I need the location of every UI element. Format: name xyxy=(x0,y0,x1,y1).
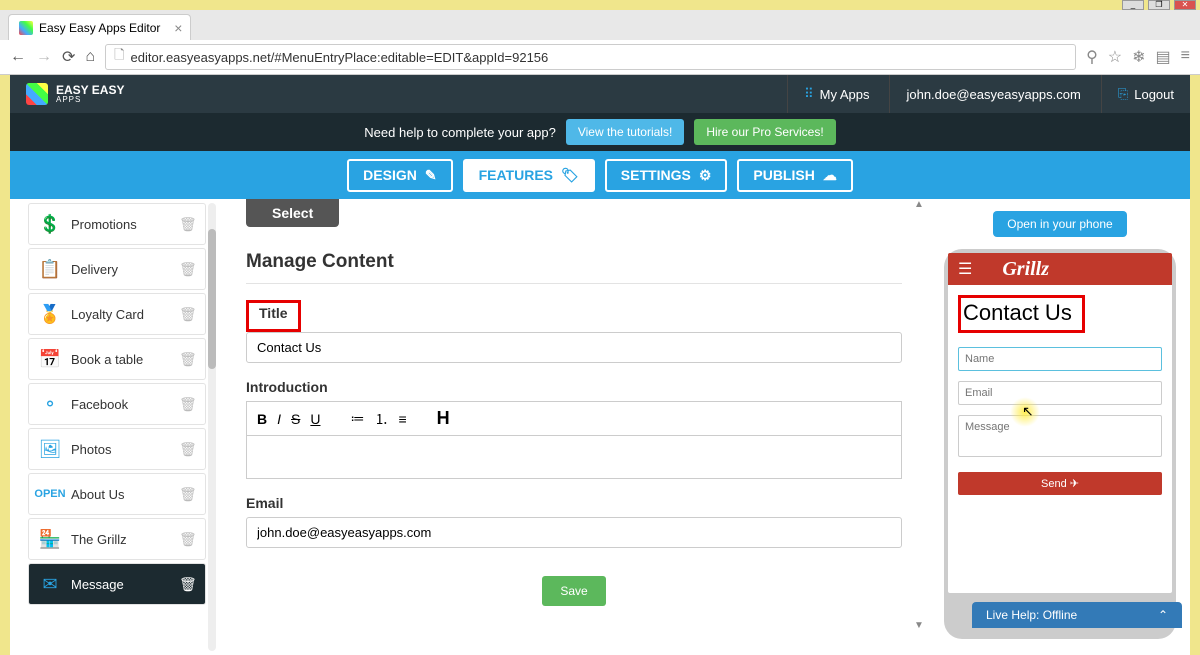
trash-icon[interactable]: 🗑 xyxy=(179,396,205,413)
sidebar-item-facebook[interactable]: ⚬Facebook🗑 xyxy=(28,383,206,425)
favicon-icon xyxy=(19,21,33,35)
sidebar-item-message[interactable]: ✉Message🗑 xyxy=(28,563,206,605)
trash-icon[interactable]: 🗑 xyxy=(179,576,205,593)
close-button[interactable]: ✕ xyxy=(1174,0,1196,10)
sidebar-item-grillz[interactable]: 🏪The Grillz🗑 xyxy=(28,518,206,560)
my-apps-link[interactable]: ⠿ My Apps xyxy=(787,75,869,113)
minimize-button[interactable]: _ xyxy=(1122,0,1144,10)
strike-icon[interactable]: S xyxy=(291,411,300,427)
tab-publish[interactable]: PUBLISH☁ xyxy=(737,159,852,192)
tag-icon: 🏷 xyxy=(561,167,579,184)
intro-editor[interactable] xyxy=(246,435,902,479)
sidebar-item-photos[interactable]: 🖼Photos🗑 xyxy=(28,428,206,470)
trash-icon[interactable]: 🗑 xyxy=(179,306,205,323)
back-icon[interactable]: ← xyxy=(10,48,26,66)
tab-settings[interactable]: SETTINGS⚙ xyxy=(605,159,728,192)
sidebar-item-delivery[interactable]: 📋Delivery🗑 xyxy=(28,248,206,290)
user-email[interactable]: john.doe@easyeasyapps.com xyxy=(889,75,1080,113)
forward-icon[interactable]: → xyxy=(36,48,52,66)
calendar-icon: 📅 xyxy=(29,349,71,370)
select-button[interactable]: Select xyxy=(246,199,339,227)
section-title: Manage Content xyxy=(246,251,902,284)
url-input[interactable]: 🗋 editor.easyeasyapps.net/#MenuEntryPlac… xyxy=(105,44,1076,70)
tab-title: Easy Easy Apps Editor xyxy=(39,21,160,35)
help-text: Need help to complete your app? xyxy=(364,125,556,140)
scroll-down-icon[interactable]: ▼ xyxy=(914,620,924,631)
preview-message-input[interactable] xyxy=(958,415,1162,457)
intro-label: Introduction xyxy=(246,379,902,395)
tutorials-button[interactable]: View the tutorials! xyxy=(566,119,685,145)
trash-icon[interactable]: 🗑 xyxy=(179,486,205,503)
cloud-icon: ☁ xyxy=(823,167,837,184)
logo-icon xyxy=(26,83,48,105)
preview-send-button[interactable]: Send ✈ xyxy=(958,472,1162,495)
tab-features[interactable]: FEATURES🏷 xyxy=(463,159,595,192)
delivery-icon: 📋 xyxy=(29,259,71,280)
align-icon[interactable]: ≡ xyxy=(398,411,406,427)
preview-heading: Contact Us xyxy=(958,295,1085,333)
brand-line2: APPS xyxy=(56,96,124,104)
cursor-icon: ↖ xyxy=(1022,403,1034,420)
menu-icon[interactable]: ≡ xyxy=(1181,47,1190,67)
restore-button[interactable]: ❐ xyxy=(1148,0,1170,10)
trash-icon[interactable]: 🗑 xyxy=(179,531,205,548)
italic-icon[interactable]: I xyxy=(277,411,281,427)
store-icon: 🏪 xyxy=(29,529,71,550)
about-icon: OPEN xyxy=(29,488,71,500)
save-button[interactable]: Save xyxy=(542,576,605,606)
photos-icon: 🖼 xyxy=(29,439,71,460)
promotions-icon: 💲 xyxy=(29,214,71,235)
star-icon[interactable]: ☆ xyxy=(1108,47,1122,67)
live-help-widget[interactable]: Live Help: Offline ⌃ xyxy=(972,602,1182,628)
url-text: editor.easyeasyapps.net/#MenuEntryPlace:… xyxy=(131,50,549,65)
home-icon[interactable]: ⌂ xyxy=(85,48,95,66)
apps-icon: ⠿ xyxy=(804,86,814,102)
underline-icon[interactable]: U xyxy=(310,411,320,427)
share-icon: ⚬ xyxy=(29,394,71,415)
sidebar-item-promotions[interactable]: 💲Promotions🗑 xyxy=(28,203,206,245)
preview-email-input[interactable] xyxy=(958,381,1162,405)
trash-icon[interactable]: 🗑 xyxy=(179,216,205,233)
app-logo[interactable]: EASY EASY APPS xyxy=(26,83,124,105)
loyalty-icon: 🏅 xyxy=(29,304,71,325)
gear-icon: ⚙ xyxy=(699,167,712,184)
pro-services-button[interactable]: Hire our Pro Services! xyxy=(694,119,835,145)
page-icon: 🗋 xyxy=(114,46,124,68)
ext2-icon[interactable]: ▤ xyxy=(1156,47,1171,67)
trash-icon[interactable]: 🗑 xyxy=(179,351,205,368)
open-in-phone-button[interactable]: Open in your phone xyxy=(993,211,1126,237)
bold-icon[interactable]: B xyxy=(257,411,267,427)
title-label: Title xyxy=(259,305,288,321)
hamburger-icon[interactable]: ☰ xyxy=(958,259,972,279)
email-input[interactable] xyxy=(246,517,902,548)
ol-icon[interactable]: ⒈ xyxy=(374,409,388,429)
scroll-up-icon[interactable]: ▲ xyxy=(914,199,924,210)
ext1-icon[interactable]: ❄ xyxy=(1132,47,1145,67)
sidebar-item-loyalty[interactable]: 🏅Loyalty Card🗑 xyxy=(28,293,206,335)
sidebar-item-about[interactable]: OPENAbout Us🗑 xyxy=(28,473,206,515)
browser-tab[interactable]: Easy Easy Apps Editor × xyxy=(8,14,191,40)
logout-link[interactable]: ⎘ Logout xyxy=(1101,75,1174,113)
heading-icon[interactable]: H xyxy=(437,408,450,429)
phone-preview: ☰ Grillz Contact Us Send ✈ xyxy=(944,249,1176,639)
sidebar-item-book[interactable]: 📅Book a table🗑 xyxy=(28,338,206,380)
preview-name-input[interactable] xyxy=(958,347,1162,371)
brush-icon: ✎ xyxy=(425,167,437,184)
tab-design[interactable]: DESIGN✎ xyxy=(347,159,452,192)
logout-icon: ⎘ xyxy=(1118,86,1128,102)
rte-toolbar: B I S U ≔ ⒈ ≡ H xyxy=(246,401,902,435)
chevron-up-icon: ⌃ xyxy=(1158,608,1168,622)
close-tab-icon[interactable]: × xyxy=(174,20,182,36)
ul-icon[interactable]: ≔ xyxy=(350,410,364,427)
trash-icon[interactable]: 🗑 xyxy=(179,441,205,458)
email-label: Email xyxy=(246,495,902,511)
title-input[interactable] xyxy=(246,332,902,363)
reload-icon[interactable]: ⟳ xyxy=(62,47,75,67)
message-icon: ✉ xyxy=(29,574,71,595)
bookmark-icon[interactable]: ⚲ xyxy=(1086,47,1098,67)
preview-brand: Grillz xyxy=(1002,258,1049,281)
trash-icon[interactable]: 🗑 xyxy=(179,261,205,278)
sidebar-scroll-thumb[interactable] xyxy=(208,229,216,369)
